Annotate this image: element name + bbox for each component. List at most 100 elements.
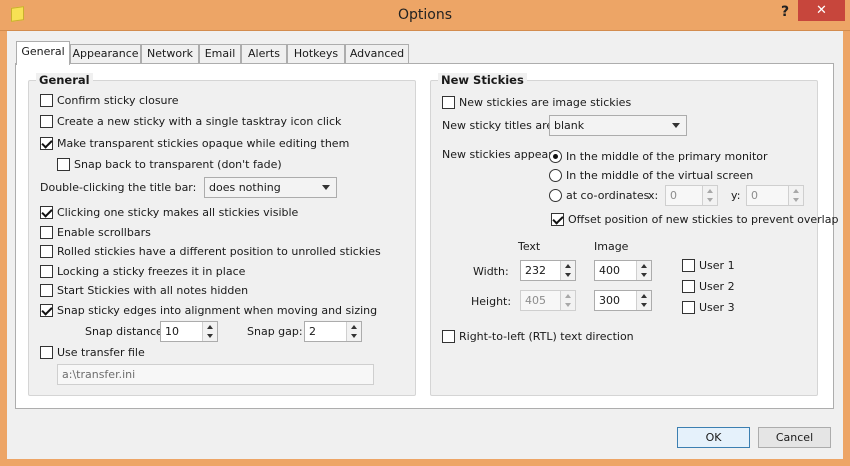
text-height-spin-buttons[interactable] [560,291,575,310]
user3-label: User 3 [699,300,735,314]
image-stickies-option[interactable]: New stickies are image stickies [442,94,631,110]
rolled-position-option[interactable]: Rolled stickies have a different positio… [40,243,381,259]
snap-gap-stepper[interactable]: 2 [304,321,362,342]
rolled-position-checkbox[interactable] [40,244,53,258]
tab-advanced[interactable]: Advanced [345,44,409,64]
middle-virtual-radio[interactable] [549,168,562,182]
new-stickies-group-title: New Stickies [438,73,527,87]
tab-email[interactable]: Email [199,44,241,64]
arrow-down-icon[interactable] [793,198,799,202]
rtl-option[interactable]: Right-to-left (RTL) text direction [442,328,634,344]
confirm-closure-option[interactable]: Confirm sticky closure [40,92,179,108]
one-click-visible-option[interactable]: Clicking one sticky makes all stickies v… [40,204,298,220]
close-button[interactable]: ✕ [798,0,845,21]
middle-primary-radio[interactable] [549,149,562,163]
offset-overlap-option[interactable]: Offset position of new stickies to preve… [551,211,838,227]
middle-virtual-option[interactable]: In the middle of the virtual screen [549,167,753,183]
arrow-down-icon[interactable] [707,198,713,202]
user3-checkbox[interactable] [682,300,695,314]
arrow-up-icon[interactable] [641,294,647,298]
snap-back-checkbox[interactable] [57,157,70,171]
image-width-spin-buttons[interactable] [636,261,651,280]
text-height-stepper[interactable]: 405 [520,290,576,311]
confirm-closure-checkbox[interactable] [40,93,53,107]
y-coordinate-stepper[interactable]: 0 [746,185,804,206]
snap-gap-spin-buttons[interactable] [346,322,361,341]
arrow-down-icon[interactable] [565,303,571,307]
user2-checkbox[interactable] [682,279,695,293]
titles-select[interactable]: blank [549,115,687,136]
tab-network[interactable]: Network [141,44,199,64]
coordinates-option[interactable]: at co-ordinates [549,187,649,203]
chevron-down-icon [322,185,330,190]
x-coordinate-stepper[interactable]: 0 [665,185,718,206]
enable-scrollbars-checkbox[interactable] [40,225,53,239]
transparent-opaque-checkbox[interactable] [40,136,53,150]
text-width-stepper[interactable]: 232 [520,260,576,281]
snap-distance-spin-buttons[interactable] [202,322,217,341]
x-coordinate-spin-buttons[interactable] [702,186,717,205]
arrow-up-icon[interactable] [793,189,799,193]
locking-freezes-checkbox[interactable] [40,264,53,278]
user2-option[interactable]: User 2 [682,278,735,294]
snap-back-option[interactable]: Snap back to transparent (don't fade) [57,156,282,172]
offset-overlap-checkbox[interactable] [551,212,564,226]
help-button[interactable]: ? [777,4,793,22]
snap-edges-option[interactable]: Snap sticky edges into alignment when mo… [40,302,377,318]
arrow-down-icon[interactable] [641,303,647,307]
double-click-select[interactable]: does nothing [204,177,337,198]
enable-scrollbars-label: Enable scrollbars [57,225,151,239]
snap-edges-checkbox[interactable] [40,303,53,317]
arrow-up-icon[interactable] [565,264,571,268]
tab-alerts[interactable]: Alerts [241,44,287,64]
width-label: Width: [473,265,509,278]
text-width-spin-buttons[interactable] [560,261,575,280]
arrow-up-icon[interactable] [565,294,571,298]
middle-primary-option[interactable]: In the middle of the primary monitor [549,148,768,164]
locking-freezes-option[interactable]: Locking a sticky freezes it in place [40,263,245,279]
image-height-spin-buttons[interactable] [636,291,651,310]
image-height-stepper[interactable]: 300 [594,290,652,311]
start-hidden-checkbox[interactable] [40,283,53,297]
title-bar[interactable]: Options ? ✕ [0,0,850,31]
image-width-stepper[interactable]: 400 [594,260,652,281]
tab-appearance[interactable]: Appearance [70,44,141,64]
single-click-new-checkbox[interactable] [40,114,53,128]
user3-option[interactable]: User 3 [682,299,735,315]
user1-checkbox[interactable] [682,258,695,272]
transfer-file-field[interactable]: a:\transfer.ini [57,364,374,385]
arrow-up-icon[interactable] [351,325,357,329]
start-hidden-option[interactable]: Start Stickies with all notes hidden [40,282,248,298]
cancel-button[interactable]: Cancel [758,427,831,448]
rtl-checkbox[interactable] [442,329,455,343]
tab-hotkeys[interactable]: Hotkeys [287,44,345,64]
arrow-down-icon[interactable] [641,273,647,277]
x-coordinate-value: 0 [670,189,677,202]
single-click-new-label: Create a new sticky with a single tasktr… [57,114,342,128]
snap-back-label: Snap back to transparent (don't fade) [74,157,282,171]
one-click-visible-checkbox[interactable] [40,205,53,219]
snap-distance-stepper[interactable]: 10 [160,321,218,342]
enable-scrollbars-option[interactable]: Enable scrollbars [40,224,151,240]
height-label: Height: [471,295,512,308]
transparent-opaque-option[interactable]: Make transparent stickies opaque while e… [40,135,349,151]
coordinates-radio[interactable] [549,188,562,202]
arrow-up-icon[interactable] [207,325,213,329]
tab-general[interactable]: General [16,41,70,65]
image-stickies-checkbox[interactable] [442,95,455,109]
appear-label: New stickies appear: [442,148,557,161]
window-frame-bottom [0,459,850,466]
arrow-up-icon[interactable] [641,264,647,268]
double-click-value: does nothing [209,181,281,194]
ok-button[interactable]: OK [677,427,750,448]
arrow-up-icon[interactable] [707,189,713,193]
use-transfer-option[interactable]: Use transfer file [40,344,145,360]
arrow-down-icon[interactable] [351,334,357,338]
arrow-down-icon[interactable] [565,273,571,277]
transparent-opaque-label: Make transparent stickies opaque while e… [57,136,350,150]
y-coordinate-spin-buttons[interactable] [788,186,803,205]
user1-option[interactable]: User 1 [682,257,735,273]
arrow-down-icon[interactable] [207,334,213,338]
single-click-new-option[interactable]: Create a new sticky with a single tasktr… [40,113,341,129]
use-transfer-checkbox[interactable] [40,345,53,359]
